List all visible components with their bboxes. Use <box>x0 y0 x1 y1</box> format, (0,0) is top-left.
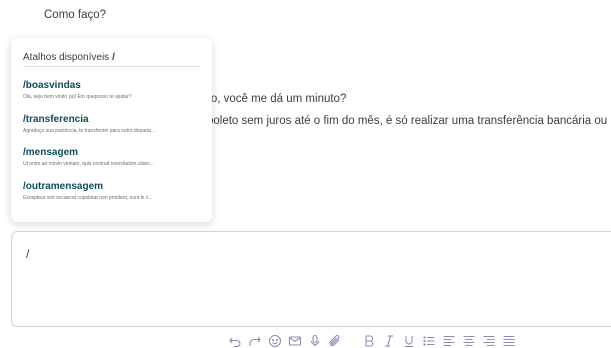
bold-icon[interactable] <box>362 334 376 348</box>
shortcut-description: Olá, seja bem vindo (a)! Em queposso te … <box>23 94 132 100</box>
popup-title-text: Atalhos disponíveis <box>23 52 110 63</box>
shortcut-name: /mensagem <box>23 147 79 158</box>
email-icon[interactable] <box>288 334 302 348</box>
align-right-icon[interactable] <box>482 334 496 348</box>
message-text: ro, você me dá um minuto? <box>207 93 347 105</box>
message-text: boleto sem juros até o fim do mês, é só … <box>207 115 608 127</box>
align-justify-icon[interactable] <box>502 334 516 348</box>
shortcut-description: Ut enim ad minim veniam, quis nostrud ex… <box>23 161 154 167</box>
shortcut-item-mensagem[interactable]: /mensagem Ut enim ad minim veniam, quis … <box>23 147 203 167</box>
shortcut-name: /boasvindas <box>23 80 81 91</box>
align-left-icon[interactable] <box>442 334 456 348</box>
undo-icon[interactable] <box>228 334 242 348</box>
microphone-icon[interactable] <box>308 334 322 348</box>
shortcut-description: Excepteur sint occaecat cupidatat non pr… <box>23 195 153 201</box>
redo-icon[interactable] <box>248 334 262 348</box>
shortcut-item-transferencia[interactable]: /transferencia Agradeço sua paciência, t… <box>23 114 203 134</box>
attachment-icon[interactable] <box>328 334 342 348</box>
shortcut-name: /transferencia <box>23 114 89 125</box>
align-center-icon[interactable] <box>462 334 476 348</box>
shortcut-item-outramensagem[interactable]: /outramensagem Excepteur sint occaecat c… <box>23 181 203 201</box>
popup-title: Atalhos disponíveis / <box>23 52 115 63</box>
italic-icon[interactable] <box>382 334 396 348</box>
shortcut-name: /outramensagem <box>23 181 104 192</box>
message-text: Como faço? <box>44 9 107 21</box>
message-editor[interactable]: / <box>11 231 611 327</box>
shortcut-description: Agradeço sua paciência, te transferirei … <box>23 128 156 134</box>
shortcuts-popup: Atalhos disponíveis / /boasvindas Olá, se… <box>11 38 212 222</box>
editor-content[interactable]: / <box>26 247 29 261</box>
popup-title-slash: / <box>112 52 115 63</box>
list-icon[interactable] <box>422 334 436 348</box>
underline-icon[interactable] <box>402 334 416 348</box>
editor-toolbar <box>228 334 522 348</box>
shortcut-item-boasvindas[interactable]: /boasvindas Olá, seja bem vindo (a)! Em … <box>23 80 203 100</box>
divider <box>23 66 200 67</box>
emoji-icon[interactable] <box>268 334 282 348</box>
